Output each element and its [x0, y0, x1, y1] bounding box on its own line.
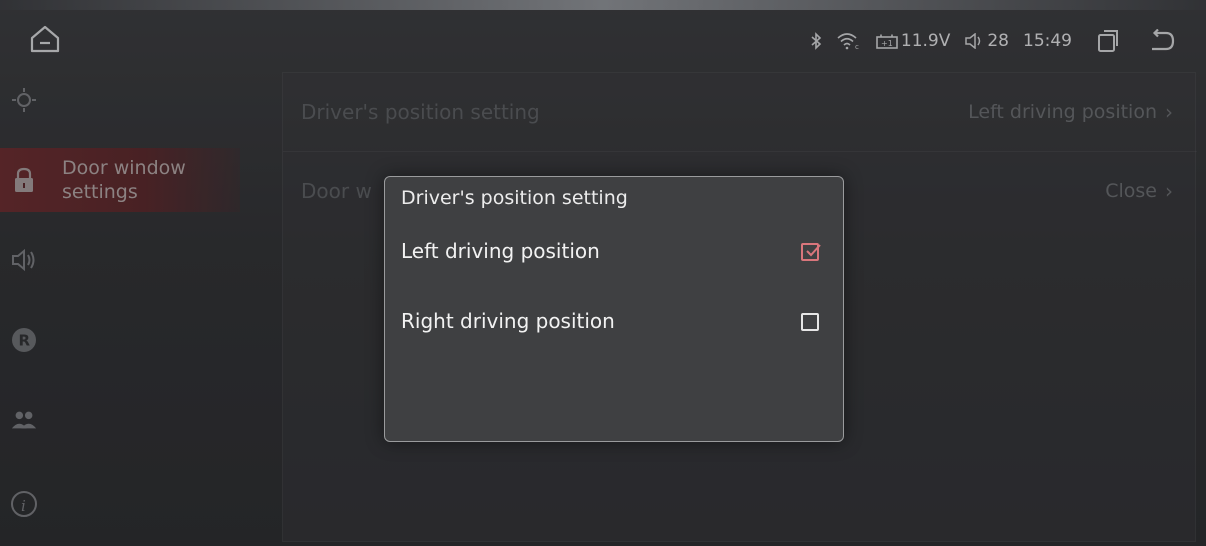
sidebar-item-display[interactable]	[0, 68, 240, 132]
checkmark-icon	[806, 244, 821, 257]
row-value: Left driving position ›	[968, 100, 1173, 124]
volume-icon	[964, 33, 984, 49]
bluetooth-icon	[810, 32, 822, 50]
checkbox-checked[interactable]	[801, 243, 821, 261]
chevron-right-icon: ›	[1165, 179, 1173, 203]
recent-apps-icon	[1098, 30, 1118, 52]
option-left-driving-position[interactable]: Left driving position	[385, 225, 843, 281]
row-value-text: Left driving position	[968, 101, 1157, 123]
sidebar-item-door-window-settings[interactable]: Door window settings	[0, 148, 240, 212]
back-icon	[1152, 29, 1175, 51]
row-value-text: Close	[1105, 180, 1157, 202]
battery-icon: +1	[876, 33, 898, 49]
sidebar-item-sound[interactable]	[0, 228, 240, 292]
row-label: Driver's position setting	[301, 100, 540, 124]
top-glare	[0, 0, 1206, 10]
back-button[interactable]	[1148, 29, 1176, 53]
sidebar-item-users[interactable]	[0, 388, 240, 452]
row-value: Close ›	[1105, 179, 1173, 203]
chevron-right-icon: ›	[1165, 100, 1173, 124]
home-icon	[30, 25, 60, 53]
svg-text:+1: +1	[881, 39, 893, 48]
recent-apps-button[interactable]	[1096, 29, 1120, 53]
option-label: Left driving position	[401, 239, 600, 263]
volume-indicator: 28	[964, 31, 1009, 51]
row-drivers-position[interactable]: Driver's position setting Left driving p…	[283, 73, 1197, 151]
sidebar-item-reverse[interactable]: R	[0, 308, 240, 372]
sidebar-item-about[interactable]: i	[0, 472, 240, 536]
sidebar-item-label: Door window settings	[62, 157, 186, 203]
sidebar: Door window settings R i	[0, 66, 240, 546]
svg-text:i: i	[21, 497, 26, 515]
drivers-position-dialog: Driver's position setting Left driving p…	[384, 176, 844, 442]
lock-icon	[10, 166, 38, 194]
sun-icon	[10, 86, 38, 114]
people-icon	[10, 406, 38, 434]
dialog-title: Driver's position setting	[401, 187, 628, 209]
voltage-text: 11.9V	[900, 31, 951, 51]
svg-text:R: R	[19, 332, 31, 350]
checkbox-unchecked[interactable]	[801, 313, 819, 331]
svg-text:c: c	[855, 43, 859, 50]
option-right-driving-position[interactable]: Right driving position	[385, 295, 843, 351]
home-button[interactable]	[28, 24, 62, 54]
speaker-icon	[10, 246, 38, 274]
volume-level: 28	[987, 31, 1009, 51]
screen: c +1 11.9V 28 15:49 Door window settings…	[0, 0, 1206, 546]
status-bar: c +1 11.9V 28 15:49	[0, 16, 1206, 60]
clock: 15:49	[1023, 31, 1072, 51]
battery-voltage: +1 11.9V	[876, 31, 950, 51]
r-circle-icon: R	[10, 326, 38, 354]
status-indicators: c +1 11.9V 28 15:49	[810, 28, 1176, 54]
info-icon: i	[10, 490, 38, 518]
row-label: Door w	[301, 179, 372, 203]
option-label: Right driving position	[401, 309, 615, 333]
wifi-icon: c	[836, 32, 862, 50]
